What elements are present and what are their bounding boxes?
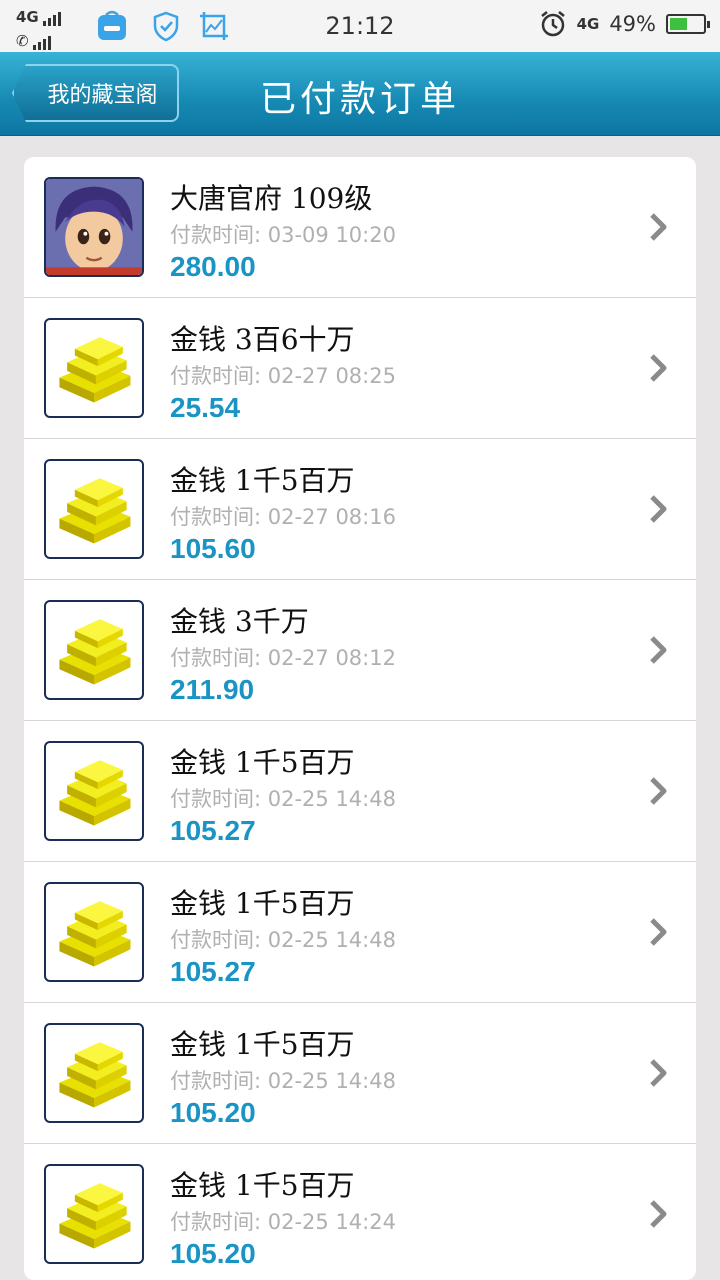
order-time: 付款时间: 02-27 08:12: [170, 646, 396, 670]
header-bar: 我的藏宝阁 已付款订单: [0, 52, 720, 136]
chevron-right-icon: [650, 918, 667, 946]
order-title: 金钱 1千5百万: [170, 1169, 355, 1202]
chevron-right-icon: [650, 495, 667, 523]
gold-bars-icon: [44, 1023, 144, 1123]
battery-icon: [666, 14, 710, 34]
order-title: 金钱 1千5百万: [170, 1028, 355, 1061]
chevron-right-icon: [650, 1200, 667, 1228]
character-avatar-icon: [44, 177, 144, 277]
order-amount: 105.27: [170, 956, 256, 987]
order-title: 金钱 1千5百万: [170, 887, 355, 920]
order-title: 金钱 1千5百万: [170, 746, 355, 779]
gold-bars-icon: [44, 600, 144, 700]
order-amount: 280.00: [170, 251, 256, 282]
chevron-right-icon: [650, 354, 667, 382]
order-item[interactable]: 金钱 1千5百万 付款时间: 02-25 14:48 105.27: [24, 862, 696, 1003]
order-title: 大唐官府 109级: [170, 182, 373, 215]
chevron-right-icon: [650, 636, 667, 664]
order-time: 付款时间: 02-27 08:16: [170, 505, 396, 529]
order-title: 金钱 3千万: [170, 605, 309, 638]
order-amount: 105.60: [170, 533, 256, 564]
battery-percent: 49%: [609, 12, 656, 36]
chevron-right-icon: [650, 213, 667, 241]
order-amount: 105.20: [170, 1097, 256, 1128]
order-amount: 105.20: [170, 1238, 256, 1269]
order-list: 大唐官府 109级 付款时间: 03-09 10:20 280.00 金钱 3百…: [24, 157, 696, 1280]
order-title: 金钱 3百6十万: [170, 323, 355, 356]
order-amount: 25.54: [170, 392, 241, 423]
status-right: 4G 49%: [539, 10, 710, 38]
order-title: 金钱 1千5百万: [170, 464, 355, 497]
gold-bars-icon: [44, 459, 144, 559]
order-time: 付款时间: 03-09 10:20: [170, 223, 396, 247]
status-bar: 4G ✆ 21:12 4G 49%: [0, 0, 720, 52]
chevron-right-icon: [650, 777, 667, 805]
order-time: 付款时间: 02-25 14:24: [170, 1210, 396, 1234]
chevron-right-icon: [650, 1059, 667, 1087]
gold-bars-icon: [44, 318, 144, 418]
network-type-label: 4G: [576, 15, 600, 33]
order-time: 付款时间: 02-25 14:48: [170, 928, 396, 952]
alarm-icon: [540, 11, 565, 37]
order-amount: 105.27: [170, 815, 256, 846]
gold-bars-icon: [44, 1164, 144, 1264]
order-item[interactable]: 金钱 3百6十万 付款时间: 02-27 08:25 25.54: [24, 298, 696, 439]
order-time: 付款时间: 02-25 14:48: [170, 787, 396, 811]
gold-bars-icon: [44, 741, 144, 841]
order-time: 付款时间: 02-27 08:25: [170, 364, 396, 388]
order-item[interactable]: 金钱 3千万 付款时间: 02-27 08:12 211.90: [24, 580, 696, 721]
order-amount: 211.90: [170, 674, 255, 705]
order-item[interactable]: 金钱 1千5百万 付款时间: 02-27 08:16 105.60: [24, 439, 696, 580]
order-item[interactable]: 金钱 1千5百万 付款时间: 02-25 14:48 105.20: [24, 1003, 696, 1144]
order-time: 付款时间: 02-25 14:48: [170, 1069, 396, 1093]
order-item[interactable]: 金钱 1千5百万 付款时间: 02-25 14:48 105.27: [24, 721, 696, 862]
gold-bars-icon: [44, 882, 144, 982]
page-title: 已付款订单: [259, 79, 460, 120]
order-item[interactable]: 金钱 1千5百万 付款时间: 02-25 14:24 105.20: [24, 1144, 696, 1280]
back-button[interactable]: 我的藏宝阁: [12, 64, 179, 122]
order-item[interactable]: 大唐官府 109级 付款时间: 03-09 10:20 280.00: [24, 157, 696, 298]
